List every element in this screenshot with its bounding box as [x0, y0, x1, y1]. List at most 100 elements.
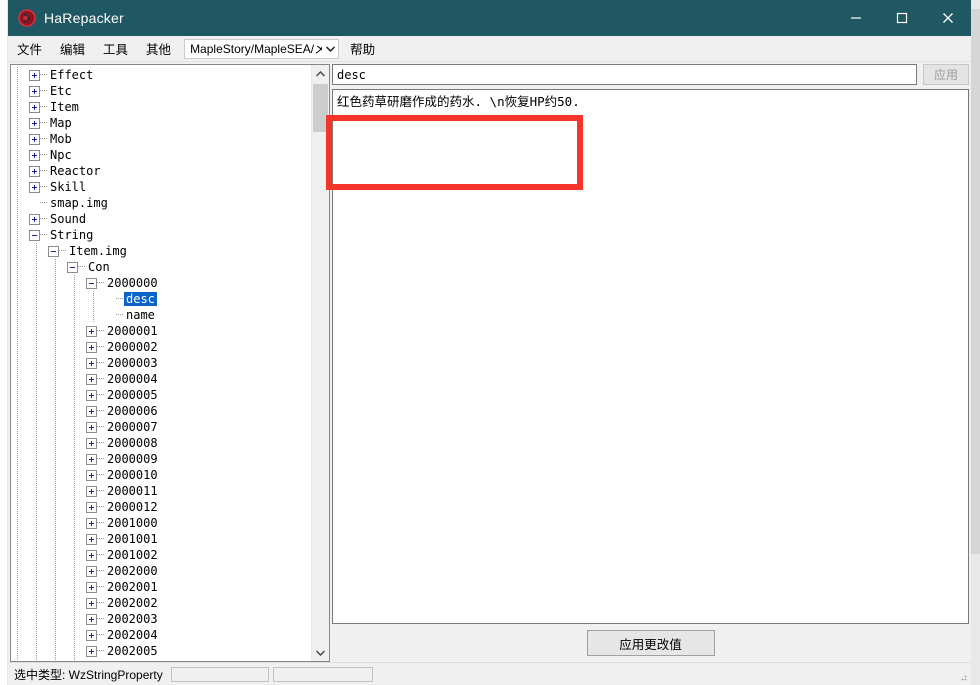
- chevron-down-icon[interactable]: [322, 40, 338, 58]
- tree-node-label[interactable]: smap.img: [48, 196, 110, 210]
- tree-node-2000009[interactable]: 2000009: [11, 451, 311, 467]
- menu-item-other[interactable]: 其他: [137, 36, 180, 61]
- tree-node-label[interactable]: 2000010: [105, 468, 160, 482]
- tree-node-item-img[interactable]: Item.img: [11, 243, 311, 259]
- tree-node-2000004[interactable]: 2000004: [11, 371, 311, 387]
- expand-node-icon[interactable]: [29, 133, 40, 145]
- expand-node-icon[interactable]: [86, 405, 97, 417]
- close-button[interactable]: [925, 0, 971, 36]
- chevron-up-icon[interactable]: [312, 65, 329, 82]
- apply-name-button[interactable]: 应用: [923, 64, 969, 85]
- expand-node-icon[interactable]: [86, 517, 97, 529]
- tree-scrollbar-track[interactable]: [312, 82, 329, 644]
- tree-node-2001002[interactable]: 2001002: [11, 547, 311, 563]
- tree-node-smap-img[interactable]: smap.img: [11, 195, 311, 211]
- expand-node-icon[interactable]: [86, 629, 97, 641]
- menu-item-tools[interactable]: 工具: [94, 36, 137, 61]
- menu-item-edit[interactable]: 编辑: [51, 36, 94, 61]
- tree-node-2001001[interactable]: 2001001: [11, 531, 311, 547]
- expand-node-icon[interactable]: [86, 581, 97, 593]
- tree-node-desc[interactable]: desc: [11, 291, 311, 307]
- tree-node-2000008[interactable]: 2000008: [11, 435, 311, 451]
- tree-node-name[interactable]: name: [11, 307, 311, 323]
- property-name-input[interactable]: desc: [332, 64, 917, 85]
- expand-node-icon[interactable]: [29, 213, 40, 225]
- apply-changed-value-button[interactable]: 应用更改值: [586, 630, 715, 656]
- tree-node-reactor[interactable]: Reactor: [11, 163, 311, 179]
- tree-node-label[interactable]: Item: [48, 100, 81, 114]
- tree-node-label[interactable]: Effect: [48, 68, 95, 82]
- chevron-down-icon[interactable]: [312, 644, 329, 661]
- expand-node-icon[interactable]: [86, 437, 97, 449]
- expand-node-icon[interactable]: [86, 613, 97, 625]
- expand-node-icon[interactable]: [86, 453, 97, 465]
- tree-node-label[interactable]: Skill: [48, 180, 88, 194]
- expand-node-icon[interactable]: [86, 645, 97, 657]
- tree-node-label[interactable]: name: [124, 308, 157, 322]
- collapse-node-icon[interactable]: [67, 261, 78, 273]
- tree-node-label[interactable]: String: [48, 228, 95, 242]
- tree-node-2000000[interactable]: 2000000: [11, 275, 311, 291]
- tree-node-map[interactable]: Map: [11, 115, 311, 131]
- expand-node-icon[interactable]: [86, 421, 97, 433]
- expand-node-icon[interactable]: [86, 549, 97, 561]
- tree-node-sound[interactable]: Sound: [11, 211, 311, 227]
- expand-node-icon[interactable]: [86, 341, 97, 353]
- tree-node-2000006[interactable]: 2000006: [11, 403, 311, 419]
- expand-node-icon[interactable]: [86, 565, 97, 577]
- tree-node-label[interactable]: Mob: [48, 132, 74, 146]
- tree-node-label[interactable]: desc: [124, 292, 157, 306]
- tree-node-2002002[interactable]: 2002002: [11, 595, 311, 611]
- tree-node-label[interactable]: 2000007: [105, 420, 160, 434]
- tree-node-label[interactable]: 2000000: [105, 276, 160, 290]
- tree-node-etc[interactable]: Etc: [11, 83, 311, 99]
- expand-node-icon[interactable]: [29, 85, 40, 97]
- expand-node-icon[interactable]: [29, 69, 40, 81]
- expand-node-icon[interactable]: [86, 501, 97, 513]
- tree-node-skill[interactable]: Skill: [11, 179, 311, 195]
- tree-node-label[interactable]: 2000002: [105, 340, 160, 354]
- tree-node-label[interactable]: 2000009: [105, 452, 160, 466]
- tree-node-label[interactable]: 2000008: [105, 436, 160, 450]
- tree-node-2000002[interactable]: 2000002: [11, 339, 311, 355]
- maximize-button[interactable]: [879, 0, 925, 36]
- expand-node-icon[interactable]: [86, 357, 97, 369]
- tree-node-label[interactable]: 2002004: [105, 628, 160, 642]
- expand-node-icon[interactable]: [29, 181, 40, 193]
- tree-scrollbar-thumb[interactable]: [313, 84, 328, 132]
- tree-node-effect[interactable]: Effect: [11, 67, 311, 83]
- tree-node-label[interactable]: 2000006: [105, 404, 160, 418]
- tree-node-2002005[interactable]: 2002005: [11, 643, 311, 659]
- wz-tree[interactable]: Effect Etc Item Map Mob Npc Reactor Skill smap.i…: [11, 65, 311, 661]
- tree-node-2002000[interactable]: 2002000: [11, 563, 311, 579]
- tree-node-label[interactable]: 2002003: [105, 612, 160, 626]
- tree-node-npc[interactable]: Npc: [11, 147, 311, 163]
- collapse-node-icon[interactable]: [86, 277, 97, 289]
- tree-node-label[interactable]: Con: [86, 260, 112, 274]
- resize-grip-icon[interactable]: [956, 670, 968, 682]
- expand-node-icon[interactable]: [29, 149, 40, 161]
- tree-node-2000011[interactable]: 2000011: [11, 483, 311, 499]
- outer-scrollbar-up-arrow[interactable]: [971, 0, 980, 9]
- tree-node-2000005[interactable]: 2000005: [11, 387, 311, 403]
- minimize-button[interactable]: [833, 0, 879, 36]
- outer-scrollbar-down-arrow[interactable]: [971, 676, 980, 685]
- tree-node-string[interactable]: String: [11, 227, 311, 243]
- expand-node-icon[interactable]: [29, 165, 40, 177]
- tree-node-label[interactable]: 2002005: [105, 644, 160, 658]
- tree-node-label[interactable]: 2000004: [105, 372, 160, 386]
- tree-node-label[interactable]: 2001002: [105, 548, 160, 562]
- tree-node-label[interactable]: 2002006: [105, 660, 160, 661]
- tree-node-con[interactable]: Con: [11, 259, 311, 275]
- tree-node-label[interactable]: 2000001: [105, 324, 160, 338]
- tree-node-item[interactable]: Item: [11, 99, 311, 115]
- tree-node-2002003[interactable]: 2002003: [11, 611, 311, 627]
- tree-node-label[interactable]: Etc: [48, 84, 74, 98]
- tree-node-2002004[interactable]: 2002004: [11, 627, 311, 643]
- tree-node-label[interactable]: 2001001: [105, 532, 160, 546]
- expand-node-icon[interactable]: [29, 117, 40, 129]
- tree-node-mob[interactable]: Mob: [11, 131, 311, 147]
- tree-node-label[interactable]: 2000005: [105, 388, 160, 402]
- tree-node-2001000[interactable]: 2001000: [11, 515, 311, 531]
- tree-node-label[interactable]: Npc: [48, 148, 74, 162]
